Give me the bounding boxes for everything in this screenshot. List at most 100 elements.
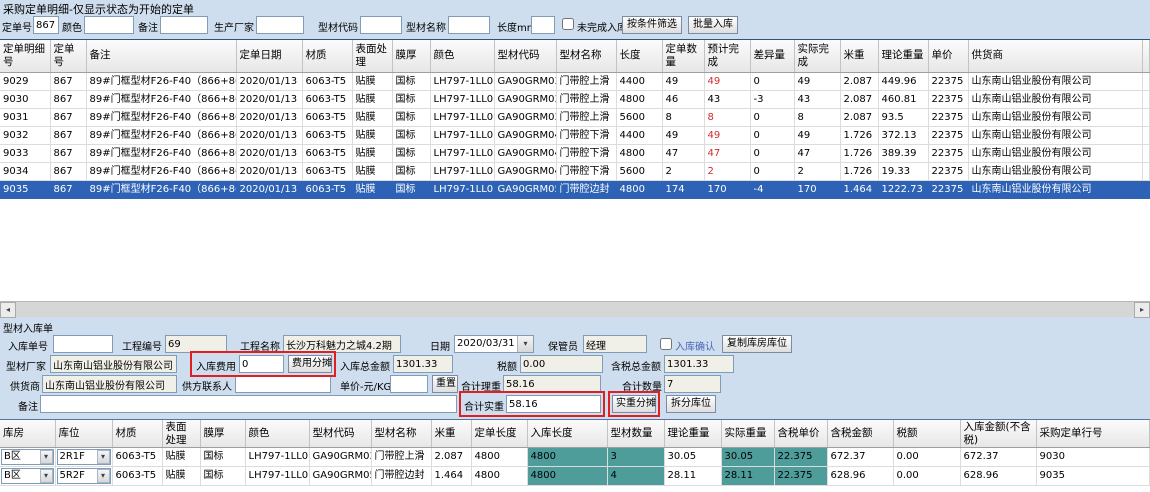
inbound-column-header: 表面处理 — [162, 420, 200, 448]
dropdown-arrow-icon[interactable]: ▾ — [40, 469, 53, 483]
inbound-cell: B区▾ — [0, 448, 55, 467]
batch-inbound-button[interactable]: 批量入库 — [688, 16, 738, 34]
order-cell: 贴膜 — [352, 90, 392, 108]
project-no-label: 工程编号 — [122, 338, 162, 353]
order-column-header: 单价 — [928, 40, 968, 72]
total-qty-input[interactable] — [664, 375, 721, 393]
warehouse-select[interactable]: B区▾ — [1, 449, 54, 465]
unit-price-input[interactable] — [390, 375, 428, 393]
profile-name-input[interactable] — [448, 16, 490, 34]
color-input[interactable] — [84, 16, 134, 34]
order-column-header: 定单明细号 — [0, 40, 50, 72]
horizontal-scrollbar[interactable]: ◂ ▸ — [0, 301, 1150, 317]
inbound-cell: 28.11 — [721, 467, 774, 486]
order-cell: 国标 — [392, 180, 430, 198]
dropdown-arrow-icon[interactable]: ▾ — [40, 450, 53, 464]
date-picker[interactable]: 2020/03/31 ▾ — [454, 335, 534, 353]
dropdown-arrow-icon[interactable]: ▾ — [97, 450, 110, 464]
inbound-fee-input[interactable] — [239, 355, 284, 373]
inbound-cell: 9035 — [1036, 467, 1150, 486]
dropdown-arrow-icon[interactable]: ▾ — [97, 469, 110, 483]
copy-warehouse-location-button[interactable]: 复制库房库位 — [722, 335, 792, 353]
scroll-right-button[interactable]: ▸ — [1134, 302, 1150, 318]
order-row[interactable]: 903286789#门框型材F26-F40（866+867）2020/01/13… — [0, 126, 1150, 144]
inbound-no-input[interactable] — [53, 335, 113, 353]
total-theory-weight-label: 合计理重 — [461, 378, 501, 393]
order-row[interactable]: 903186789#门框型材F26-F40（866+867）2020/01/13… — [0, 108, 1150, 126]
order-column-header: 实际完成 — [794, 40, 840, 72]
tax-included-total-label: 含税总金额 — [611, 358, 661, 373]
order-cell-filler — [1143, 126, 1150, 144]
order-row[interactable]: 903486789#门框型材F26-F40（866+867）2020/01/13… — [0, 162, 1150, 180]
inbound-row[interactable]: B区▾5R2F▾6063-T5贴膜国标LH797-1LL0GA90GRM05门带… — [0, 467, 1150, 486]
inbound-total-label: 入库总金额 — [340, 358, 390, 373]
inbound-row[interactable]: B区▾2R1F▾6063-T5贴膜国标LH797-1LL0GA90GRM03门带… — [0, 448, 1150, 467]
order-row[interactable]: 902986789#门框型材F26-F40（866+867）2020/01/13… — [0, 72, 1150, 90]
order-cell: 山东南山铝业股份有限公司 — [968, 126, 1143, 144]
order-cell: 6063-T5 — [302, 126, 352, 144]
unfinished-inbound-checkbox[interactable] — [562, 18, 574, 30]
total-actual-weight-input[interactable] — [506, 395, 601, 413]
supplier-label: 供货商 — [10, 378, 40, 393]
keeper-input[interactable] — [583, 335, 647, 353]
tax-included-total-input[interactable] — [664, 355, 734, 373]
remark-input[interactable] — [160, 16, 208, 34]
order-cell: 贴膜 — [352, 180, 392, 198]
split-location-button[interactable]: 拆分库位 — [666, 395, 716, 413]
fee-allocate-button[interactable]: 费用分摊 — [288, 355, 332, 373]
location-select[interactable]: 5R2F▾ — [57, 468, 111, 484]
order-cell: 山东南山铝业股份有限公司 — [968, 108, 1143, 126]
order-cell: 2.087 — [840, 90, 878, 108]
scroll-right-icon: ▸ — [1140, 305, 1144, 314]
supplier-contact-input[interactable] — [235, 375, 331, 393]
calendar-dropdown-icon[interactable]: ▾ — [517, 336, 533, 352]
order-cell: 22375 — [928, 108, 968, 126]
supplier-input[interactable] — [42, 375, 177, 393]
inbound-column-header: 库位 — [55, 420, 112, 448]
order-cell: 9029 — [0, 72, 50, 90]
manufacturer-input[interactable] — [256, 16, 304, 34]
total-theory-weight-input[interactable] — [503, 375, 601, 393]
inbound-cell: 672.37 — [960, 448, 1036, 467]
order-cell: GA90GRM05 — [494, 180, 556, 198]
tax-input[interactable] — [520, 355, 603, 373]
order-cell: 国标 — [392, 144, 430, 162]
order-row[interactable]: 903586789#门框型材F26-F40（866+867）2020/01/13… — [0, 180, 1150, 198]
project-name-input[interactable] — [283, 335, 401, 353]
order-cell: 0 — [750, 108, 794, 126]
remark-field-input[interactable] — [40, 395, 457, 413]
order-cell: 8 — [794, 108, 840, 126]
project-no-input[interactable] — [165, 335, 227, 353]
order-row[interactable]: 903086789#门框型材F26-F40（866+867）2020/01/13… — [0, 90, 1150, 108]
inbound-column-header: 入库长度 — [527, 420, 607, 448]
length-input[interactable] — [531, 16, 555, 34]
order-cell: 国标 — [392, 108, 430, 126]
order-cell: 389.39 — [878, 144, 928, 162]
order-cell: 89#门框型材F26-F40（866+867） — [86, 180, 236, 198]
scroll-left-button[interactable]: ◂ — [0, 302, 16, 318]
order-cell: 4800 — [616, 90, 662, 108]
order-cell: LH797-1LL0 — [430, 126, 494, 144]
order-cell: 5600 — [616, 108, 662, 126]
location-select[interactable]: 2R1F▾ — [57, 449, 111, 465]
order-no-input[interactable] — [33, 16, 59, 34]
inbound-cell: 4 — [607, 467, 664, 486]
warehouse-select[interactable]: B区▾ — [1, 468, 54, 484]
inbound-total-input[interactable] — [393, 355, 453, 373]
order-cell: LH797-1LL0 — [430, 162, 494, 180]
order-cell: 2.087 — [840, 72, 878, 90]
combo-value: B区 — [2, 467, 40, 485]
inbound-cell: 9030 — [1036, 448, 1150, 467]
reset-button[interactable]: 重置 — [432, 375, 458, 393]
profile-code-input[interactable] — [360, 16, 402, 34]
order-cell: 山东南山铝业股份有限公司 — [968, 72, 1143, 90]
profile-factory-input[interactable] — [50, 355, 177, 373]
order-cell: 6063-T5 — [302, 162, 352, 180]
order-row[interactable]: 903386789#门框型材F26-F40（866+867）2020/01/13… — [0, 144, 1150, 162]
actual-weight-allocate-button[interactable]: 实重分摊 — [612, 395, 656, 413]
inbound-confirm-checkbox[interactable] — [660, 338, 672, 350]
filter-button[interactable]: 按条件筛选 — [622, 16, 682, 34]
order-cell: 22375 — [928, 90, 968, 108]
project-name-label: 工程名称 — [240, 338, 280, 353]
order-cell: 93.5 — [878, 108, 928, 126]
